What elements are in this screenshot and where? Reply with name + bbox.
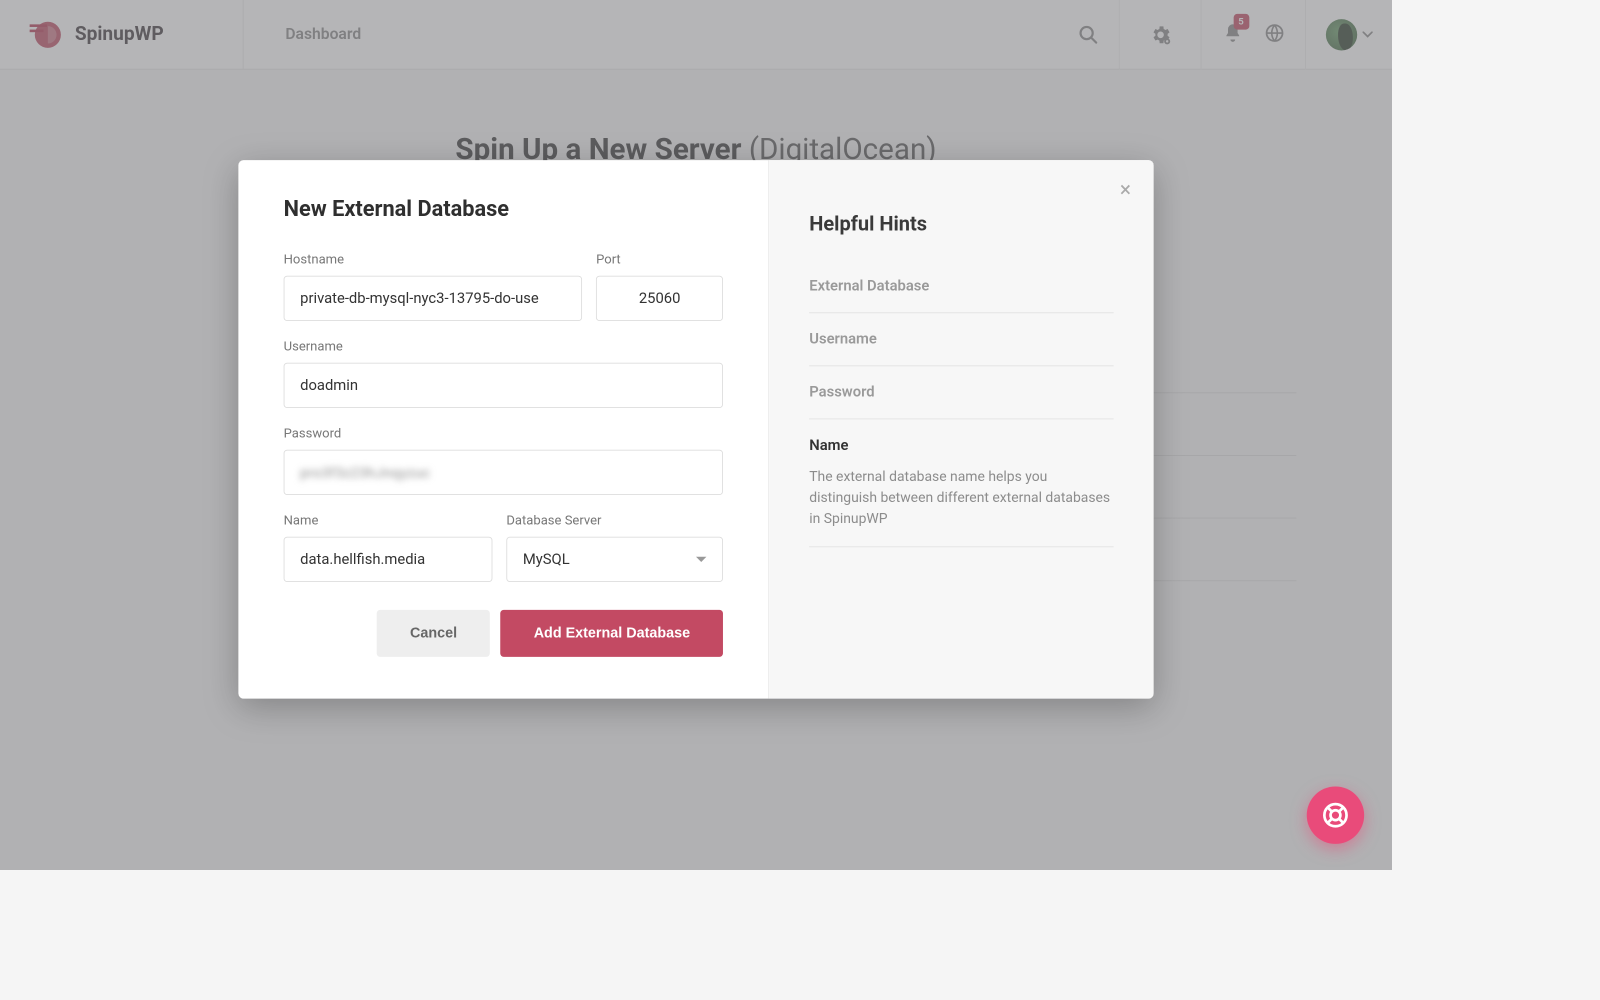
modal-title: New External Database [284,197,723,222]
name-input[interactable]: data.hellfish.media [284,537,493,582]
port-value: 25060 [639,290,681,307]
close-icon: × [1120,177,1131,201]
database-server-group: Database Server MySQL [506,512,723,582]
modal-hints-pane: × Helpful Hints External Database Userna… [769,160,1153,699]
chevron-down-icon [696,557,706,562]
port-group: Port 25060 [596,251,723,321]
hint-username[interactable]: Username [809,313,1113,366]
username-group: Username doadmin [284,338,723,408]
database-server-label: Database Server [506,512,723,528]
database-server-value: MySQL [523,551,570,568]
name-group: Name data.hellfish.media [284,512,493,582]
add-external-database-button[interactable]: Add External Database [501,610,723,657]
hints-title: Helpful Hints [809,212,1113,235]
username-value: doadmin [300,377,358,394]
modal-form-pane: New External Database Hostname private-d… [238,160,769,699]
name-value: data.hellfish.media [300,551,425,568]
database-server-select[interactable]: MySQL [506,537,723,582]
password-input[interactable]: pro3f3z23hJnqyzuc [284,450,723,495]
password-group: Password pro3f3z23hJnqyzuc [284,425,723,495]
hint-name-label: Name [809,437,848,454]
hint-name-body: The external database name helps you dis… [809,466,1113,529]
port-label: Port [596,251,723,267]
hostname-input[interactable]: private-db-mysql-nyc3-13795-do-use [284,276,583,321]
external-database-modal: New External Database Hostname private-d… [238,160,1153,699]
hint-external-database[interactable]: External Database [809,260,1113,313]
username-label: Username [284,338,723,354]
hint-name[interactable]: Name The external database name helps yo… [809,419,1113,547]
hint-password[interactable]: Password [809,366,1113,419]
name-label: Name [284,512,493,528]
cancel-button[interactable]: Cancel [377,610,490,657]
hostname-value: private-db-mysql-nyc3-13795-do-use [300,290,539,307]
close-button[interactable]: × [1120,179,1131,200]
lifebuoy-icon [1321,800,1351,830]
hostname-label: Hostname [284,251,583,267]
password-label: Password [284,425,723,441]
help-fab[interactable] [1307,786,1364,843]
modal-actions: Cancel Add External Database [284,610,723,657]
port-input[interactable]: 25060 [596,276,723,321]
password-value: pro3f3z23hJnqyzuc [300,464,430,481]
hostname-group: Hostname private-db-mysql-nyc3-13795-do-… [284,251,583,321]
username-input[interactable]: doadmin [284,363,723,408]
